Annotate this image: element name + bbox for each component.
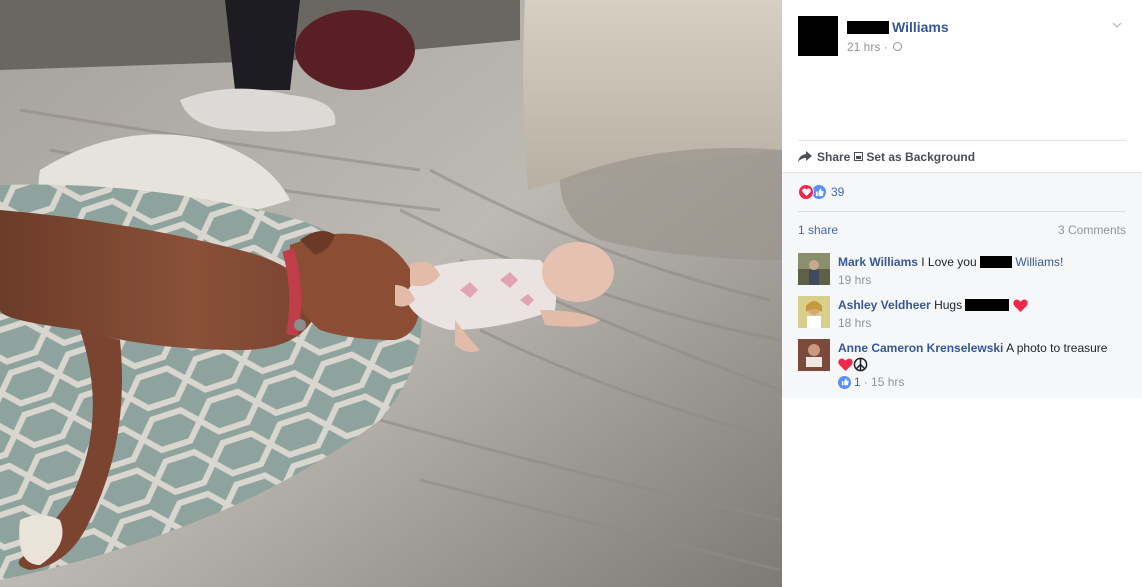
post-meta: 21 hrs ·	[847, 40, 903, 54]
commenter-avatar[interactable]	[798, 253, 830, 285]
background-icon	[854, 152, 864, 161]
feedback-section: 39 1 share 3 Comments Mark Williams I Lo…	[782, 172, 1142, 398]
comment-time[interactable]: 18 hrs	[838, 316, 871, 330]
share-label: Share	[817, 149, 851, 164]
shares-link[interactable]: 1 share	[798, 223, 838, 237]
author-avatar[interactable]	[798, 16, 838, 56]
comment-like-count[interactable]: 1	[854, 375, 861, 389]
comment-like-icon	[838, 375, 851, 389]
peace-sign-icon	[853, 357, 868, 372]
comment-text: Ashley Veldheer Hugs	[838, 296, 1126, 313]
share-button[interactable]: Share	[798, 150, 850, 164]
redaction-bar	[965, 298, 1010, 311]
comment-time[interactable]: · 15 hrs	[864, 375, 905, 389]
commenter-avatar[interactable]	[798, 296, 830, 328]
commenter-name[interactable]: Mark Williams	[838, 255, 918, 269]
comment-item: Mark Williams I Love you Williams! 19 hr…	[798, 253, 1126, 287]
comment-text: Mark Williams I Love you Williams!	[838, 253, 1126, 270]
commenter-avatar[interactable]	[798, 339, 830, 371]
share-arrow-icon	[798, 150, 812, 162]
post-side-panel: Williams 21 hrs · Share Set as Backgroun…	[782, 0, 1142, 587]
chevron-down-icon[interactable]	[1112, 20, 1122, 30]
post-time[interactable]: 21 hrs ·	[847, 40, 888, 54]
post-photo[interactable]	[0, 0, 782, 587]
comment-body: I Love you	[921, 255, 977, 269]
post-header: Williams 21 hrs ·	[782, 0, 1142, 140]
comment-item: Anne Cameron Krenselewski A photo to tre…	[798, 339, 1126, 389]
set-background-label: Set as Background	[866, 149, 976, 164]
comment-meta: 1 · 15 hrs	[838, 375, 1126, 389]
commenter-name[interactable]: Ashley Veldheer	[838, 298, 931, 312]
post-action-bar: Share Set as Background	[798, 140, 1126, 172]
comment-meta: 19 hrs	[838, 273, 1126, 287]
set-background-button[interactable]: Set as Background	[850, 150, 975, 164]
love-reaction-icon	[798, 184, 814, 200]
comment-body: A photo to treasure	[1006, 341, 1108, 355]
heart-emoji	[1013, 299, 1028, 313]
comment-text: Anne Cameron Krenselewski A photo to tre…	[838, 339, 1126, 372]
tagged-name-link[interactable]: Williams!	[1015, 255, 1063, 269]
author-name: Williams	[892, 19, 949, 35]
comments-link[interactable]: 3 Comments	[1058, 223, 1126, 237]
redaction-bar	[979, 255, 1012, 268]
reactions-summary[interactable]: 39	[798, 184, 844, 200]
comments-list: Mark Williams I Love you Williams! 19 hr…	[798, 253, 1126, 397]
heart-emoji	[838, 358, 853, 372]
reaction-count: 39	[831, 185, 845, 199]
comment-time[interactable]: 19 hrs	[838, 273, 871, 287]
stats-row: 1 share 3 Comments	[798, 211, 1126, 245]
globe-icon	[893, 42, 903, 52]
comment-meta: 18 hrs	[838, 316, 1126, 330]
redaction-bar	[847, 20, 889, 34]
author-name-link[interactable]: Williams	[847, 19, 949, 35]
comment-item: Ashley Veldheer Hugs 18 hrs	[798, 296, 1126, 330]
commenter-name[interactable]: Anne Cameron Krenselewski	[838, 341, 1003, 355]
comment-body: Hugs	[934, 298, 963, 312]
